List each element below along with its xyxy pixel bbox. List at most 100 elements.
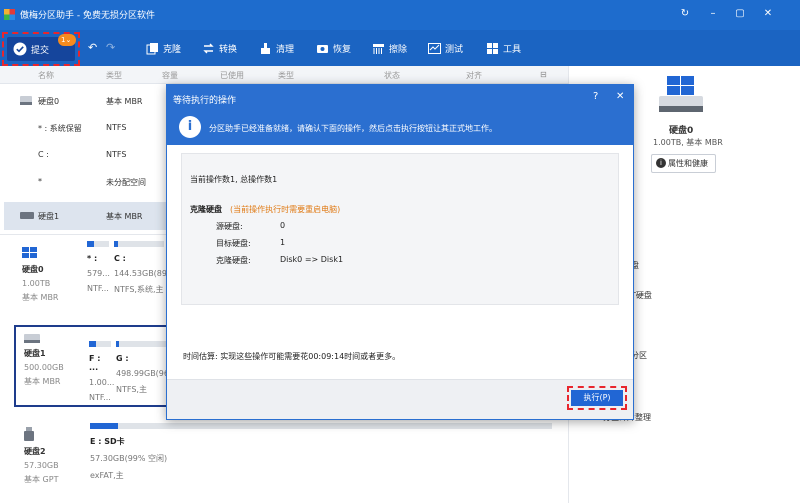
- partition-tile[interactable]: * : 579... NTF...: [87, 241, 110, 321]
- row-type: NTFS: [106, 150, 127, 159]
- toolbar-convert-label: 转换: [219, 44, 238, 55]
- usage-fill: [116, 341, 119, 347]
- disk-name: 硬盘0: [22, 265, 44, 274]
- toolbar-clone-label: 克隆: [163, 44, 182, 55]
- disk-icon: [20, 96, 32, 105]
- redo-icon[interactable]: ↷: [106, 41, 115, 54]
- refresh-button[interactable]: ↻: [676, 5, 694, 23]
- operation-note: (当前操作执行时需要重启电脑): [230, 205, 341, 214]
- partition-size: 498.99GB(96%: [116, 369, 177, 378]
- usage-fill: [87, 241, 94, 247]
- disk-name: 硬盘1: [24, 349, 46, 358]
- disk-size: 57.30GB: [24, 461, 59, 470]
- properties-health-label: 属性和健康: [668, 159, 708, 168]
- partition-name: * :: [87, 254, 98, 263]
- row-name: *: [38, 177, 42, 186]
- partition-fs: NTF...: [89, 393, 111, 402]
- window-title: 傲梅分区助手 - 免费无损分区软件: [20, 11, 155, 21]
- partition-usage-bar: [89, 341, 111, 347]
- wipe-icon: [373, 43, 384, 54]
- partition-tile[interactable]: F : ... 1.00... NTF...: [89, 341, 115, 421]
- right-disk-meta: 1.00TB, 基本 MBR: [653, 138, 723, 147]
- partition-usage-bar: [114, 241, 164, 247]
- help-button[interactable]: ?: [593, 91, 598, 102]
- source-disk-label: 源硬盘:: [216, 222, 243, 231]
- dialog-info-banner: i 分区助手已经准备就绪，请确认下面的操作，然后点击执行按钮让其正式地工作。: [167, 111, 633, 145]
- column-header[interactable]: 类型: [106, 70, 122, 81]
- disk-info: 硬盘1 500.00GB 基本 MBR: [16, 327, 90, 407]
- dialog-footer: [167, 379, 633, 419]
- partition-size: 579...: [87, 269, 110, 278]
- partition-usage-bar: [90, 423, 552, 429]
- commit-button-highlight: 提交 1⌄: [2, 32, 80, 66]
- disk-type: 基本 MBR: [22, 293, 59, 302]
- partition-fs: exFAT,主: [90, 471, 124, 480]
- check-icon: [13, 42, 27, 56]
- partition-name: G :: [116, 354, 129, 363]
- properties-health-button[interactable]: i 属性和健康: [651, 154, 716, 173]
- partition-size: 57.30GB(99% 空闲): [90, 454, 168, 463]
- column-header[interactable]: 对齐: [466, 70, 482, 81]
- partition-size: 144.53GB(89%: [114, 269, 175, 278]
- toolbar-tools-label: 工具: [503, 44, 522, 55]
- undo-icon[interactable]: ↶: [88, 41, 97, 54]
- column-header[interactable]: 类型: [278, 70, 294, 81]
- partition-tile[interactable]: G : 498.99GB(96% NTFS,主: [116, 341, 177, 421]
- info-icon: i: [179, 116, 201, 138]
- toolbar-recover[interactable]: 恢复: [316, 39, 351, 57]
- dialog-close-button[interactable]: ✕: [616, 91, 624, 102]
- row-name: 硬盘0: [38, 97, 60, 106]
- pending-count-badge: 1⌄: [58, 34, 76, 46]
- maximize-button[interactable]: ▢: [731, 5, 749, 23]
- column-header[interactable]: 已使用: [220, 70, 244, 81]
- toolbar-tools[interactable]: 工具: [486, 39, 521, 57]
- right-disk-name: 硬盘0: [669, 126, 694, 136]
- partition-name: C :: [114, 254, 126, 263]
- partition-name: F : ...: [89, 354, 101, 372]
- partition-fs: NTF...: [87, 284, 109, 293]
- partition-size: 1.00...: [89, 378, 115, 387]
- column-header[interactable]: 名称: [38, 70, 54, 81]
- execute-button[interactable]: 执行(P): [571, 390, 623, 406]
- row-type: 未分配空间: [106, 178, 146, 187]
- disk-icon: [20, 212, 34, 219]
- disk-type: 基本 GPT: [24, 475, 59, 484]
- usage-fill: [114, 241, 118, 247]
- dialog-info-text: 分区助手已经准备就绪，请确认下面的操作，然后点击执行按钮让其正式地工作。: [209, 124, 497, 133]
- toolbar-convert[interactable]: 转换: [202, 39, 237, 57]
- target-disk-label: 目标硬盘:: [216, 239, 251, 248]
- columns-menu-icon[interactable]: ⊟: [540, 70, 547, 79]
- right-menu-item[interactable]: T硬盘: [631, 290, 652, 301]
- time-estimate: 时间估算: 实现这些操作可能需要花00:09:14时间或者更多。: [183, 352, 401, 361]
- toolbar-recover-label: 恢复: [333, 44, 352, 55]
- close-button[interactable]: ✕: [759, 5, 777, 23]
- commit-label: 提交: [31, 45, 50, 56]
- row-name: C :: [38, 150, 49, 159]
- row-name: 硬盘1: [38, 212, 60, 221]
- column-header[interactable]: 状态: [384, 70, 400, 81]
- toolbar-clean[interactable]: 清理: [259, 39, 294, 57]
- clone-disk-label: 克隆硬盘:: [216, 256, 251, 265]
- title-bar: 傲梅分区助手 - 免费无损分区软件 ↻ – ▢ ✕: [0, 0, 800, 30]
- toolbar-wipe[interactable]: 擦除: [372, 39, 407, 57]
- partition-tile[interactable]: C : 144.53GB(89% NTFS,系统,主: [114, 241, 175, 321]
- usage-fill: [89, 341, 96, 347]
- partition-fs: NTFS,系统,主: [114, 285, 164, 294]
- toolbar-wipe-label: 擦除: [389, 44, 408, 55]
- clone-icon: [146, 42, 158, 54]
- disk-size: 500.00GB: [24, 363, 64, 372]
- windows-disk-icon: [22, 247, 37, 258]
- info-icon: i: [656, 158, 666, 168]
- row-type: 基本 MBR: [106, 212, 143, 221]
- partition-tile[interactable]: E : SD卡 57.30GB(99% 空闲) exFAT,主: [90, 423, 552, 503]
- toolbar-test[interactable]: 测试: [428, 39, 463, 57]
- disk-icon: [659, 76, 703, 112]
- minimize-button[interactable]: –: [704, 5, 722, 23]
- toolbar-clone[interactable]: 克隆: [146, 39, 181, 57]
- disk-icon: [24, 334, 40, 343]
- usb-drive-icon: [24, 427, 34, 441]
- disk-type: 基本 MBR: [24, 377, 61, 386]
- operation-title: 克隆硬盘: [190, 205, 222, 214]
- disk-card-2[interactable]: 硬盘2 57.30GB 基本 GPT: [16, 420, 90, 500]
- column-header[interactable]: 容量: [162, 70, 178, 81]
